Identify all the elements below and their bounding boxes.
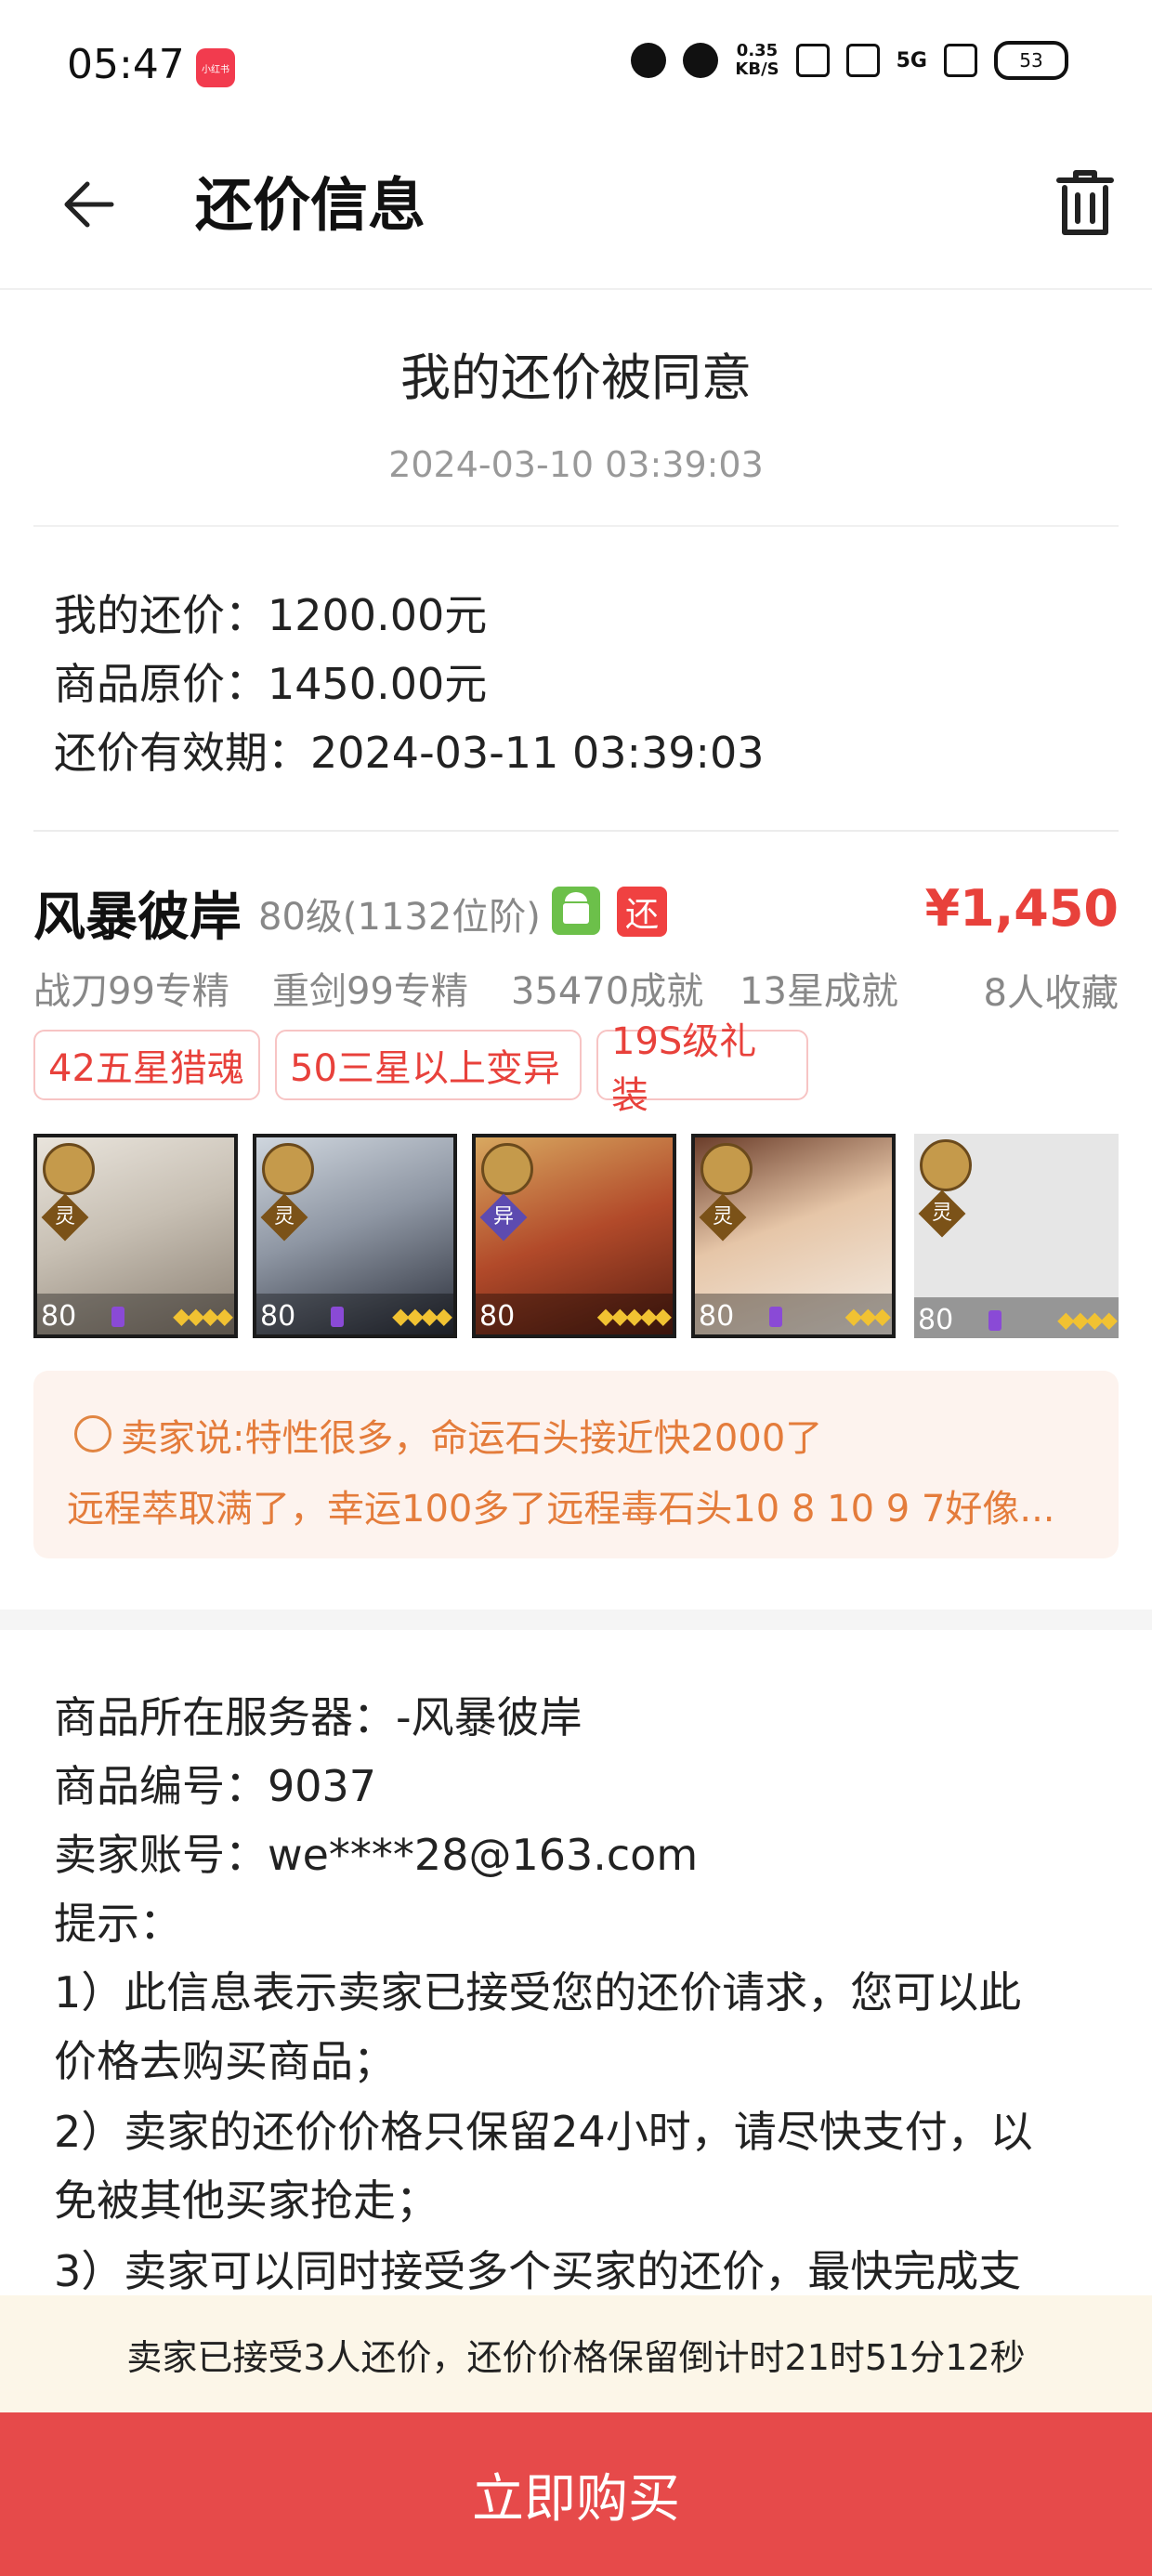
product-tag: 重剑99专精 <box>272 970 468 1013</box>
hero-kind-badge: 灵 <box>699 1193 747 1242</box>
hero-kind-badge: 灵 <box>260 1193 308 1242</box>
rank-emblem-icon <box>700 1143 753 1195</box>
network-type: 5G <box>896 48 927 72</box>
tip-line: 免被其他买家抢走； <box>54 2175 439 2226</box>
divider <box>33 525 1119 527</box>
product-price: ¥1,450 <box>924 879 1119 938</box>
offer-valid-until: 还价有效期：2024-03-11 03:39:03 <box>54 728 765 778</box>
net-speed: 0.35 KB/S <box>735 42 779 79</box>
tip-title: 提示： <box>54 1899 182 1949</box>
divider <box>33 830 1119 832</box>
app-badge: 小红书 <box>196 48 235 87</box>
nav-bar: 还价信息 <box>0 130 1152 290</box>
tip-line: 2）卖家的还价价格只保留24小时，请尽快支付，以 <box>54 2107 1033 2157</box>
product-tag: 战刀99专精 <box>33 970 229 1013</box>
hero-stars: ◆◆◆◆ <box>1057 1307 1118 1333</box>
hero-stars: ◆◆◆◆ <box>173 1303 233 1329</box>
status-time: 05:47 <box>67 41 185 88</box>
product-tag: 35470成就 <box>511 970 704 1013</box>
hero-kind-badge: 灵 <box>918 1189 966 1238</box>
net-speed-unit: KB/S <box>735 59 779 79</box>
hero-kind-badge: 异 <box>479 1193 528 1242</box>
hero-level: 80 <box>41 1300 77 1333</box>
trash-icon[interactable] <box>1050 167 1120 242</box>
hero-thumbnail[interactable]: 灵 80 ◆◆◆◆ <box>33 1134 238 1338</box>
feature-chip: 50三星以上变异 <box>275 1030 582 1100</box>
buy-now-button[interactable]: 立即购买 <box>0 2412 1152 2576</box>
rank-emblem-icon <box>262 1143 314 1195</box>
offer-timestamp: 2024-03-10 03:39:03 <box>388 444 764 485</box>
hero-level: 80 <box>918 1304 954 1336</box>
server-info: 商品所在服务器：-风暴彼岸 <box>54 1692 583 1742</box>
section-divider <box>0 1610 1152 1630</box>
android-icon <box>552 887 600 935</box>
tip-line: 1）此信息表示卖家已接受您的还价请求，您可以此 <box>54 1967 1022 2017</box>
seller-account: 卖家账号：we****28@163.com <box>54 1830 699 1880</box>
hero-stars: ◆◆◆ <box>844 1303 891 1329</box>
product-level: 80级(1132位阶) <box>258 896 541 939</box>
gem-icon <box>331 1307 344 1327</box>
page-title: 还价信息 <box>195 171 426 239</box>
product-tag: 13星成就 <box>740 970 898 1013</box>
hero-kind-badge: 灵 <box>41 1193 89 1242</box>
my-offer-price: 我的还价：1200.00元 <box>54 590 488 640</box>
hero-stars: ◆◆◆◆◆ <box>596 1303 672 1329</box>
paw-icon <box>683 43 719 78</box>
offer-status-title: 我的还价被同意 <box>400 348 752 407</box>
tip-line: 价格去购买商品； <box>54 2036 396 2086</box>
battery-icon: 53 <box>994 41 1068 80</box>
rank-emblem-icon <box>481 1143 533 1195</box>
status-bar: 05:47 小红书 0.35 KB/S 5G 53 <box>0 0 1152 130</box>
back-arrow-icon[interactable] <box>56 167 130 242</box>
original-price: 商品原价：1450.00元 <box>54 659 488 709</box>
rank-emblem-icon <box>920 1139 972 1191</box>
rank-emblem-icon <box>43 1143 95 1195</box>
battery-level: 53 <box>1019 49 1043 72</box>
hero-level: 80 <box>699 1300 735 1333</box>
chat-bubble-icon <box>74 1415 111 1452</box>
seller-note-line2: 远程萃取满了，幸运100多了远程毒石头10 8 10 9 7好像... <box>67 1488 1055 1531</box>
hero-level: 80 <box>479 1300 516 1333</box>
feature-chip: 19S级礼装 <box>596 1020 808 1117</box>
countdown-banner: 卖家已接受3人还价，还价价格保留倒计时21时51分12秒 <box>0 2295 1152 2412</box>
gem-icon <box>988 1310 1001 1331</box>
favorites-count: 8人收藏 <box>983 972 1119 1015</box>
alarm-icon <box>631 43 667 78</box>
hero-thumbnail[interactable]: 异 80 ◆◆◆◆◆ <box>472 1134 676 1338</box>
hero-stars: ◆◆◆◆ <box>392 1303 452 1329</box>
hero-level: 80 <box>260 1300 296 1333</box>
hero-thumbnail[interactable]: 灵 80 ◆◆◆ <box>691 1134 896 1338</box>
hero-thumbnail[interactable]: 灵 80 ◆◆◆◆ <box>253 1134 457 1338</box>
status-icons: 0.35 KB/S 5G 53 <box>631 41 1068 80</box>
item-number: 商品编号：9037 <box>54 1761 377 1811</box>
tip-line: 3）卖家可以同时接受多个买家的还价，最快完成支 <box>54 2246 1022 2296</box>
sim-off-icon <box>845 44 880 77</box>
net-speed-value: 0.35 <box>736 41 779 60</box>
pig-icon <box>795 44 830 77</box>
product-name[interactable]: 风暴彼岸 <box>33 875 242 951</box>
counter-offer-badge: 还 <box>617 887 667 937</box>
hero-thumbnail[interactable]: 灵 80 ◆◆◆◆ <box>914 1134 1119 1338</box>
seller-note-line1: 卖家说:特性很多，命运石头接近快2000了 <box>121 1417 823 1460</box>
gem-icon <box>111 1307 124 1327</box>
seller-note[interactable]: 卖家说:特性很多，命运石头接近快2000了 远程萃取满了，幸运100多了远程毒石… <box>33 1371 1119 1558</box>
feature-chip: 42五星猎魂 <box>33 1030 260 1100</box>
gem-icon <box>769 1307 782 1327</box>
signal-icon <box>944 44 977 77</box>
